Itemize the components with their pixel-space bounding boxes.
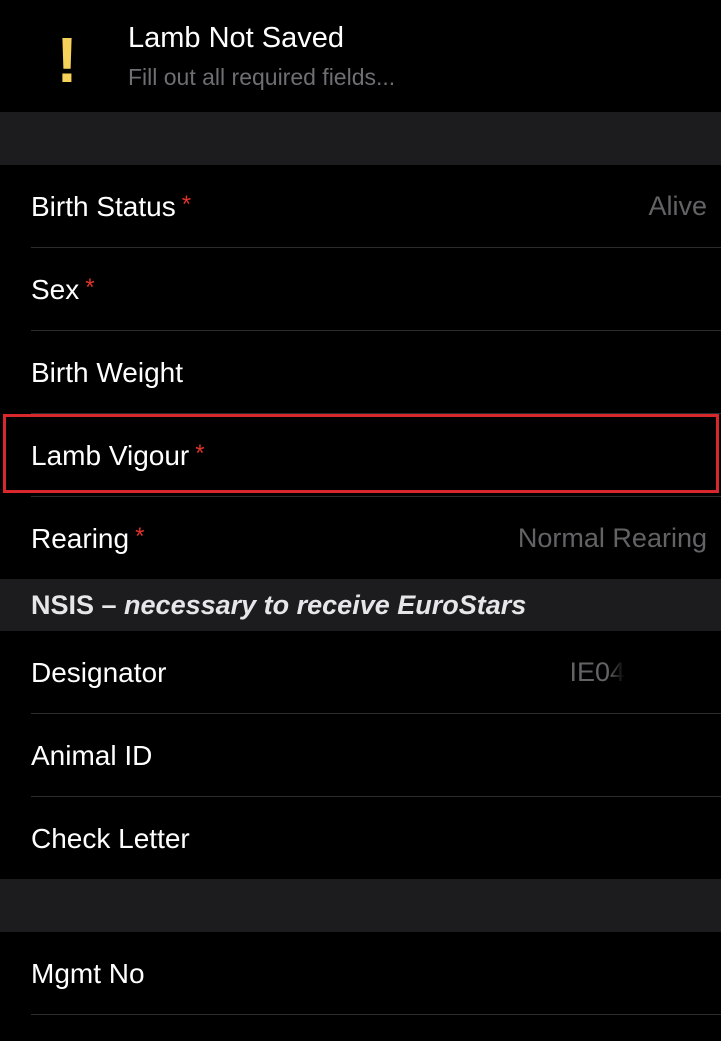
mgmt-no-label: Mgmt No [31,958,145,989]
birth-status-value: Alive [648,191,707,221]
lamb-vigour-label-wrap: Lamb Vigour * [31,414,205,497]
check-letter-label: Check Letter [31,823,190,854]
exclamation-icon: ! [56,24,78,96]
not-saved-banner: ! Lamb Not Saved Fill out all required f… [0,0,721,112]
birth-weight-label: Birth Weight [31,357,183,388]
banner-title: Lamb Not Saved [128,22,345,54]
required-marker: * [181,191,192,218]
rearing-label: Rearing [31,523,130,554]
designator-value: IE04 [569,657,625,687]
rearing-value: Normal Rearing [517,523,707,553]
mgmt-no-label-wrap: Mgmt No [31,932,145,1015]
check-letter-label-wrap: Check Letter [31,797,190,880]
sex-label: Sex [31,274,80,305]
required-marker: * [195,440,205,467]
required-marker: * [85,274,95,301]
rearing-label-wrap: Rearing * [31,497,144,580]
birth-weight-label-wrap: Birth Weight [31,331,183,414]
designator-row[interactable]: Designator IE04 [0,631,721,714]
row-divider [31,1014,721,1015]
birth-weight-row[interactable]: Birth Weight [0,331,721,414]
section-gap-mgmt [0,879,721,932]
required-marker: * [135,523,145,550]
nsis-header-bold: NSIS – [31,590,125,620]
section-gap-top [0,112,721,165]
check-letter-row[interactable]: Check Letter [0,797,721,880]
banner-subtitle: Fill out all required fields... [128,64,396,90]
designator-label-wrap: Designator [31,631,166,714]
sex-row[interactable]: Sex * [0,248,721,331]
nsis-section-header: NSIS – necessary to receive EuroStars [0,579,721,631]
birth-status-label-wrap: Birth Status * [31,165,191,248]
nsis-header-italic: necessary to receive EuroStars [124,590,527,620]
rearing-row[interactable]: Rearing * Normal Rearing [0,497,721,580]
mgmt-no-row[interactable]: Mgmt No [0,932,721,1015]
animal-id-label: Animal ID [31,740,153,771]
sex-label-wrap: Sex * [31,248,95,331]
animal-id-label-wrap: Animal ID [31,714,152,797]
lamb-vigour-row[interactable]: Lamb Vigour * [0,414,721,497]
birth-status-row[interactable]: Birth Status * Alive [0,165,721,248]
animal-id-row[interactable]: Animal ID [0,714,721,797]
designator-label: Designator [31,657,167,688]
lamb-vigour-label: Lamb Vigour [31,440,190,471]
birth-status-label: Birth Status [31,191,176,222]
